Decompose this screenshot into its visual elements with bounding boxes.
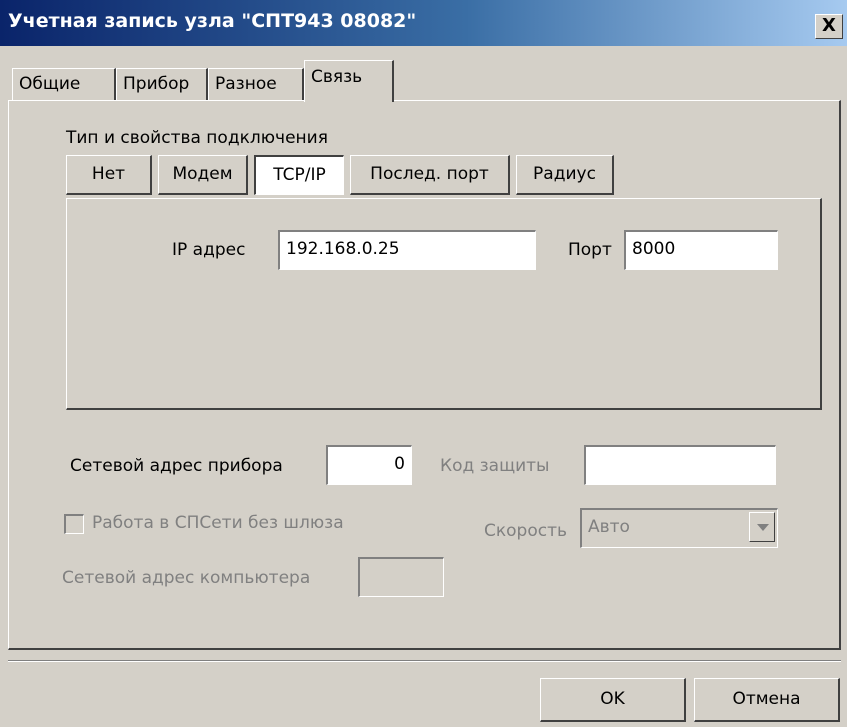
speed-label: Скорость [484,521,567,541]
ok-button[interactable]: OK [540,678,686,722]
port-label: Порт [568,240,612,260]
ip-address-input[interactable]: 192.168.0.25 [278,230,536,270]
protection-code-input[interactable] [584,445,776,485]
tab-connection[interactable]: Связь [304,60,394,102]
connection-tcpip-button[interactable]: TCP/IP [254,155,344,195]
window-title: Учетная запись узла "СПТ943 08082" [8,10,417,32]
no-gateway-label: Работа в СПСети без шлюза [92,513,344,533]
port-input[interactable]: 8000 [624,230,778,270]
device-net-address-input[interactable]: 0 [326,445,412,485]
computer-net-address-input[interactable] [358,557,444,597]
tab-general[interactable]: Общие [12,68,116,100]
tab-misc[interactable]: Разное [208,68,304,100]
connection-modem-button[interactable]: Модем [158,155,248,195]
close-button[interactable]: X [815,14,843,39]
connection-group-label: Тип и свойства подключения [66,128,328,148]
speed-select-value: Авто [588,517,630,537]
tab-device[interactable]: Прибор [116,68,208,100]
connection-serial-port-button[interactable]: Послед. порт [350,155,510,195]
connection-radius-button[interactable]: Радиус [516,155,614,195]
device-net-address-label: Сетевой адрес прибора [70,456,283,476]
protection-code-label: Код защиты [440,456,550,476]
chevron-down-icon[interactable] [749,512,775,542]
ip-address-label: IP адрес [172,240,246,260]
footer-separator [8,660,841,662]
no-gateway-checkbox[interactable] [64,514,84,534]
title-bar: Учетная запись узла "СПТ943 08082" X [0,0,847,46]
cancel-button[interactable]: Отмена [694,678,840,722]
speed-select[interactable]: Авто [580,508,778,548]
computer-net-address-label: Сетевой адрес компьютера [62,568,311,588]
connection-none-button[interactable]: Нет [66,155,152,195]
